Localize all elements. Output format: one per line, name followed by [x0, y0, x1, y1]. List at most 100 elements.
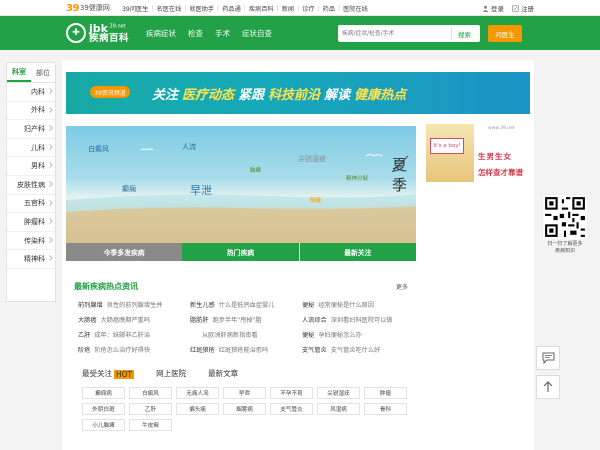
login-link[interactable]: 登录 — [482, 3, 504, 13]
keyword-chip[interactable]: 小儿脑瘫 — [82, 419, 125, 431]
news-item[interactable]: 人流综合 深圳看妇科医院可以做 — [302, 313, 393, 325]
sidebar-item[interactable]: 皮肤性病 — [7, 176, 55, 195]
news-item[interactable]: 新生儿感 什么是低钙血症婴儿 — [190, 298, 274, 310]
site-logo-39[interactable]: 39 39健康网 — [66, 2, 110, 14]
qr-code — [542, 194, 587, 239]
tab-seasonal-diseases[interactable]: 今季多发疾病 — [66, 243, 183, 261]
top-bar: 39 39健康网 39问医生 | 名医在线 | 就医助手 | 药品通 | 疾病百科 | 新… — [0, 0, 600, 16]
keyword-chip[interactable]: 烟雾病 — [223, 403, 266, 415]
top-nav-item[interactable]: 药品 — [323, 4, 335, 13]
banner-slogan: 关注 医疗动态 紧跟 科技前沿 解读 健康热点 — [152, 78, 530, 108]
chevron-right-icon — [47, 236, 53, 243]
sidebar-item[interactable]: 精神科 — [7, 250, 55, 269]
sidebar-item[interactable]: 外科 — [7, 102, 55, 121]
tab-most-followed[interactable]: 最受关注 HOT — [82, 368, 135, 380]
register-link[interactable]: 注册 — [512, 3, 534, 13]
scene-label[interactable]: 脑瘫 — [250, 166, 261, 174]
sidebar-list: 内科 外科 妇产科 儿科 男科 皮肤性病 五官科 肿瘤科 传染科 精神科 — [7, 83, 55, 269]
nav-exam[interactable]: 检查 — [188, 28, 203, 39]
scene-label[interactable]: 精神分裂 — [346, 174, 368, 182]
news-item[interactable]: 大肠癌 大肠癌晚期严重吗 — [78, 313, 150, 325]
keyword-chip[interactable]: 癫痫病 — [82, 387, 125, 399]
top-nav-item[interactable]: 医院在线 — [343, 4, 368, 13]
top-nav-item[interactable]: 新闻 — [282, 4, 294, 13]
scene-label[interactable]: 阳痿 — [310, 196, 321, 204]
sidebar-item[interactable]: 肿瘤科 — [7, 213, 55, 232]
sidebar-item[interactable]: 男科 — [7, 157, 55, 176]
sidebar-item[interactable]: 内科 — [7, 83, 55, 102]
news-header: 最新疾病热点资讯 更多 — [74, 281, 410, 293]
news-channel-banner[interactable]: 39资讯频道 关注 医疗动态 紧跟 科技前沿 解读 健康热点 — [66, 72, 530, 114]
logo-domain: .39.net — [107, 23, 126, 30]
news-item[interactable]: 支气管炎 支气管炎吃什么好 — [302, 343, 380, 355]
keyword-chip[interactable]: 外阴白斑 — [82, 403, 125, 415]
keyword-chip[interactable]: 尖锐湿疣 — [317, 387, 360, 399]
nav-surgery[interactable]: 手术 — [215, 28, 230, 39]
sidebar-item[interactable]: 五官科 — [7, 195, 55, 214]
keyword-chip[interactable]: 无痛人流 — [176, 387, 219, 399]
tab-body-part[interactable]: 部位 — [31, 63, 55, 82]
feedback-button[interactable] — [536, 346, 560, 370]
sidebar-item-label: 传染科 — [24, 236, 45, 245]
tab-department[interactable]: 科室 — [7, 63, 31, 82]
keyword-chip[interactable]: 骨科 — [364, 403, 407, 415]
top-nav-item[interactable]: 诊疗 — [302, 4, 314, 13]
tab-hot-diseases[interactable]: 热门疾病 — [182, 243, 299, 261]
chevron-right-icon — [47, 106, 53, 113]
scene-label[interactable]: 白癜风 — [88, 144, 109, 154]
keyword-chip[interactable]: 支气管炎 — [270, 403, 313, 415]
scene-label[interactable]: 早泄 — [190, 182, 212, 198]
scene-label[interactable]: 癫痫 — [122, 184, 136, 194]
logo-cn: 疾病百科 — [89, 32, 130, 44]
slogan-text: 科技前沿 — [268, 87, 321, 103]
jbk-logo-icon: ✚ — [66, 23, 86, 43]
news-item[interactable]: 乙肝 成年：妹脚非乙肝治 — [78, 328, 150, 340]
scene-label[interactable]: 人流 — [182, 142, 196, 152]
scene-label[interactable]: 尖锐湿疣 — [298, 154, 326, 164]
news-more-link[interactable]: 更多 — [396, 282, 408, 291]
sidebar-item[interactable]: 儿科 — [7, 139, 55, 158]
nav-disease-symptom[interactable]: 疾病症状 — [146, 28, 176, 39]
keyword-chip[interactable]: 白癜风 — [129, 387, 172, 399]
chat-icon — [542, 352, 554, 364]
search-button[interactable]: 搜索 — [451, 27, 477, 40]
qr-code-icon — [543, 195, 587, 239]
keyword-chip[interactable]: 偏头痛 — [176, 403, 219, 415]
top-nav-item[interactable]: 名医在线 — [157, 4, 182, 13]
search-input[interactable] — [338, 25, 448, 42]
gender-ad[interactable]: It's a boy! www.39.net 生男生女 怎样查才靠谱 — [426, 124, 530, 182]
news-item[interactable]: 前列腺增 良性的前列腺增生并 — [78, 298, 162, 310]
nav-self-check[interactable]: 症状自查 — [242, 28, 272, 39]
news-item[interactable]: 红斑狼疮 红斑狼疮能治愈吗 — [190, 343, 268, 355]
top-nav-item[interactable]: 药品通 — [222, 4, 241, 13]
ad-headline: 生男生女 — [478, 152, 512, 161]
back-to-top-button[interactable] — [536, 375, 560, 399]
top-nav-item[interactable]: 39问医生 — [122, 4, 148, 13]
chevron-right-icon — [47, 125, 53, 132]
keyword-chip[interactable]: 不孕不育 — [270, 387, 313, 399]
keyword-chip[interactable]: 早泄 — [223, 387, 266, 399]
top-nav-item[interactable]: 疾病百科 — [249, 4, 274, 13]
sidebar-item[interactable]: 传染科 — [7, 232, 55, 251]
tab-latest[interactable]: 最新关注 — [298, 243, 416, 261]
keyword-chip[interactable]: 肿瘤 — [364, 387, 407, 399]
chevron-right-icon — [47, 218, 53, 224]
news-item[interactable]: 阶疮 阶疮怎么治疗好得快 — [78, 343, 150, 355]
sidebar-item-label: 男科 — [31, 162, 45, 171]
jbk-logo[interactable]: ✚ jbk.39.net 疾病百科 — [66, 20, 129, 46]
keyword-chip[interactable]: 牛皮癣 — [129, 419, 172, 431]
news-item[interactable]: 脂肪肝 跑步半年"甩掉"脂 — [190, 313, 262, 325]
tab-online-hospital[interactable]: 网上医院 — [156, 368, 186, 380]
seasonal-disease-scene[interactable]: 白癜风 人流 癫痫 早泄 脑瘫 尖锐湿疣 精神分裂 阳痿 夏季 — [66, 126, 416, 243]
ad-boy-text: It's a boy! — [430, 138, 464, 154]
news-item[interactable]: 便秘 孕妇便秘怎么办 — [302, 328, 362, 340]
tab-latest-articles[interactable]: 最新文章 — [208, 368, 238, 380]
news-item[interactable]: 从欧洲肝病新指南看 — [198, 328, 258, 340]
keyword-chip[interactable]: 乙肝 — [129, 403, 172, 415]
top-nav-item[interactable]: 就医助手 — [189, 4, 214, 13]
news-item[interactable]: 便秘 经常便秘是什么原因 — [302, 298, 374, 310]
sidebar-item[interactable]: 妇产科 — [7, 120, 55, 139]
keyword-chip[interactable]: 风湿病 — [317, 403, 360, 415]
disease-subtabs: 今季多发疾病 热门疾病 最新关注 — [66, 243, 416, 261]
ask-doctor-button[interactable]: 问医生 — [488, 25, 522, 42]
